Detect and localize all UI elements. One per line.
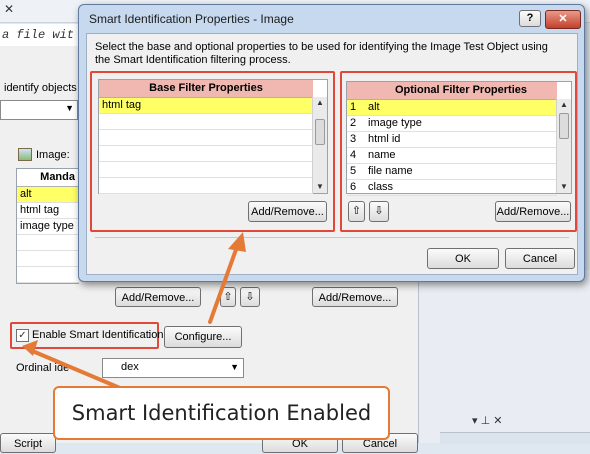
arrow-to-checkbox: [28, 348, 122, 390]
smart-identification-callout: Smart Identification Enabled: [53, 386, 390, 440]
arrowhead-up: [228, 232, 246, 252]
annotation-arrows: [22, 232, 246, 390]
arrow-to-base-filter: [208, 242, 240, 324]
